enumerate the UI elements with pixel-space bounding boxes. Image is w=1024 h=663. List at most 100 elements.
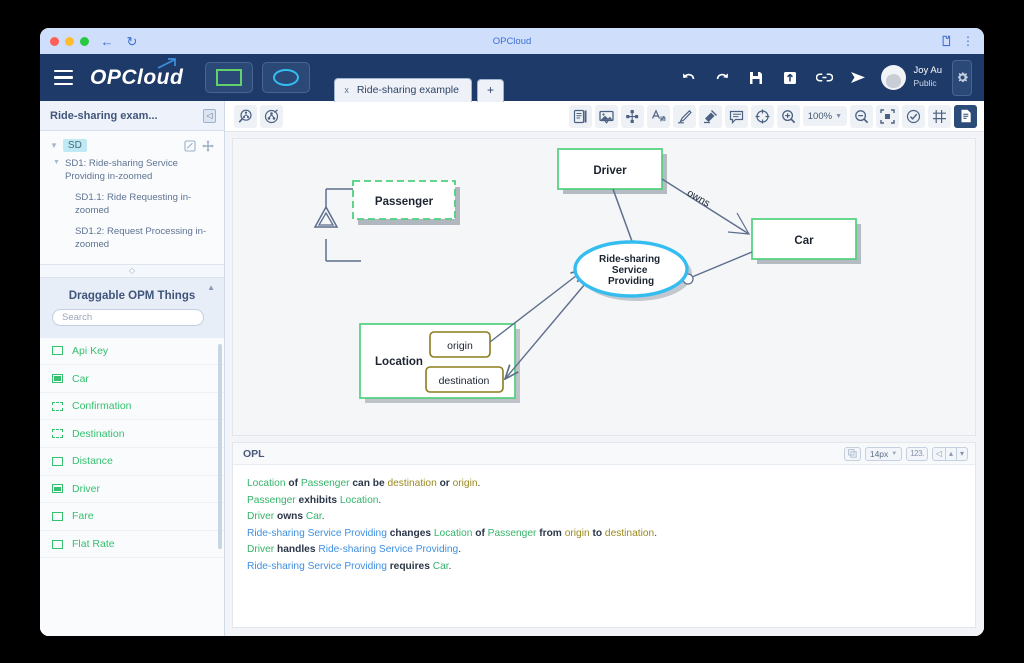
tab-close-icon[interactable]: x — [344, 85, 349, 95]
target-button[interactable] — [750, 104, 774, 128]
document-icon — [961, 109, 971, 123]
opl-token: of — [472, 527, 488, 539]
canvas-toolbar: 100% ▼ — [225, 101, 984, 132]
tab-ride-sharing-example[interactable]: x Ride-sharing example — [334, 78, 472, 102]
sidebar-header: Ride-sharing exam... ◁ — [40, 101, 224, 131]
maximize-window-button[interactable] — [80, 36, 89, 46]
validate-button[interactable] — [902, 104, 925, 128]
fit-screen-button[interactable] — [876, 104, 899, 128]
opl-header: OPL 14px ▼ 123. ◁ ▴ ▾ — [233, 443, 975, 465]
grid-button[interactable] — [928, 104, 951, 128]
text-style-icon — [651, 108, 666, 121]
save-button[interactable] — [739, 63, 773, 93]
grid-icon — [933, 109, 946, 123]
notebook-icon — [573, 109, 587, 123]
chevron-up-icon[interactable]: ▲ — [207, 283, 215, 292]
tree-item-sd1-1[interactable]: SD1.1: Ride Requesting in-zoomed — [46, 188, 218, 222]
edit-pencil-icon[interactable] — [184, 139, 196, 152]
extension-puzzle-icon[interactable] — [940, 35, 951, 47]
copy-opl-icon[interactable] — [843, 446, 861, 461]
minimize-window-button[interactable] — [65, 36, 74, 46]
draw-button[interactable] — [672, 104, 696, 128]
reload-icon[interactable]: ↻ — [125, 35, 139, 48]
image-button[interactable] — [594, 104, 618, 128]
opl-font-size-value: 14px — [869, 448, 889, 459]
add-tab-button[interactable]: + — [476, 79, 504, 102]
brand-logo: OPCloud — [90, 57, 183, 90]
stamp-button[interactable] — [698, 104, 722, 128]
opl-token: . — [654, 527, 658, 539]
opl-token: Passenger — [487, 527, 537, 539]
thing-item[interactable]: Car — [40, 365, 224, 393]
opl-token: or — [436, 478, 453, 489]
collapse-left-icon[interactable]: ◁ — [931, 446, 945, 461]
notes-button[interactable] — [568, 104, 592, 128]
move-arrows-icon[interactable] — [202, 140, 214, 152]
search-input[interactable] — [52, 308, 204, 326]
settings-button[interactable] — [952, 59, 972, 96]
zoom-in-button[interactable] — [776, 104, 800, 128]
thing-label: Destination — [72, 427, 125, 440]
opl-token: Car — [305, 511, 322, 523]
hamburger-menu-icon[interactable] — [54, 69, 73, 86]
collapse-panel-icon[interactable]: ◁ — [203, 108, 216, 123]
things-list[interactable]: Api Key Car Confirmation Destination Dis… — [40, 337, 224, 636]
zoom-in-diagram-button[interactable] — [234, 104, 257, 128]
text-style-button[interactable] — [646, 104, 670, 128]
thing-item[interactable]: Api Key — [40, 338, 224, 366]
numbering-icon[interactable]: 123. — [906, 446, 928, 461]
object-rect-filled-icon — [52, 374, 63, 384]
sidebar-splitter[interactable]: ◇ — [40, 263, 224, 278]
opl-font-size-select[interactable]: 14px ▼ — [864, 446, 903, 461]
thing-item[interactable]: Destination — [40, 420, 224, 448]
thing-item[interactable]: Fare — [40, 503, 224, 531]
avatar[interactable] — [881, 65, 907, 90]
send-button[interactable] — [841, 63, 875, 93]
scroll-down-icon[interactable]: ▾ — [955, 446, 968, 461]
tree-item-sd1-2[interactable]: SD1.2: Request Processing in-zoomed — [46, 222, 218, 256]
chevron-down-icon[interactable]: ▼ — [50, 141, 58, 150]
opl-token: handles — [274, 544, 319, 556]
scroll-up-icon[interactable]: ▴ — [944, 446, 956, 461]
back-arrow-icon[interactable]: ← — [100, 35, 114, 48]
thing-item[interactable]: Distance — [40, 448, 224, 476]
thing-item[interactable]: Flat Rate — [40, 531, 224, 559]
link-button[interactable] — [807, 63, 841, 93]
tree-item-sd1[interactable]: ▼ SD1: Ride-sharing Service Providing in… — [46, 154, 218, 188]
thing-item[interactable]: Confirmation — [40, 393, 224, 421]
tree-root-sd[interactable]: ▼ SD — [46, 137, 218, 154]
structure-button[interactable] — [620, 104, 644, 128]
node-tree-icon — [625, 109, 638, 123]
opl-token: Location — [339, 494, 379, 506]
navbar-actions: Joy Au Public — [671, 59, 972, 96]
thing-label: Confirmation — [72, 400, 132, 413]
link-label-owns: owns — [685, 187, 712, 210]
view-mode-toggles[interactable] — [205, 62, 311, 93]
object-view-toggle[interactable] — [205, 62, 254, 93]
chevron-down-icon[interactable]: ▼ — [53, 158, 60, 184]
opl-title: OPL — [243, 447, 265, 460]
close-window-button[interactable] — [50, 36, 59, 46]
opl-token: . — [321, 511, 325, 523]
zoom-level-select[interactable]: 100% ▼ — [802, 106, 847, 126]
diagram-canvas[interactable]: Passenger Location origin destination Dr… — [232, 138, 976, 436]
object-rect-filled-icon — [52, 484, 63, 494]
comment-button[interactable] — [724, 104, 748, 128]
gear-icon — [957, 72, 968, 83]
sidebar-scrollbar[interactable] — [218, 343, 222, 549]
opl-toggle-button[interactable] — [954, 104, 977, 128]
process-view-toggle[interactable] — [262, 62, 311, 93]
pen-icon — [677, 109, 692, 123]
thing-item[interactable]: Driver — [40, 476, 224, 504]
redo-button[interactable] — [705, 63, 739, 93]
kebab-menu-icon[interactable]: ⋮ — [962, 35, 974, 47]
undo-button[interactable] — [671, 63, 705, 93]
window-controls[interactable] — [50, 36, 89, 46]
opl-body[interactable]: Location of Passenger can be destination… — [233, 465, 975, 627]
user-role: Public — [913, 78, 937, 89]
export-button[interactable] — [773, 63, 807, 93]
thing-label: Fare — [72, 510, 94, 523]
zoom-out-button[interactable] — [850, 104, 873, 128]
object-rect-icon — [52, 539, 63, 549]
unfold-diagram-button[interactable] — [260, 104, 283, 128]
